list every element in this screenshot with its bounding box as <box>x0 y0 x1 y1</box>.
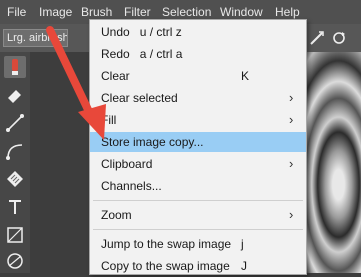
menu-filter[interactable]: Filter <box>124 5 151 19</box>
text-icon[interactable] <box>4 196 26 218</box>
menu-brush[interactable]: Brush <box>81 5 112 19</box>
menu-item-label: Redo a / ctrl a <box>101 47 183 61</box>
menu-selection[interactable]: Selection <box>162 5 211 19</box>
menu-item-label: Clear selected <box>101 91 178 105</box>
brush-direction-icon[interactable] <box>308 29 326 47</box>
menu-separator <box>93 200 303 201</box>
menu-item-copy-swap[interactable]: Copy to the swap image J <box>90 256 306 276</box>
menu-item-fill[interactable]: Fill › <box>90 110 306 130</box>
menu-item-label: Undo u / ctrl z <box>101 25 182 39</box>
tools-panel <box>0 52 30 273</box>
shortcut-label: J <box>241 259 247 273</box>
menu-item-label: Store image copy... <box>101 135 204 149</box>
menu-item-zoom[interactable]: Zoom › <box>90 205 306 225</box>
menu-item-label: Jump to the swap image <box>101 237 232 251</box>
shortcut-label: j <box>241 237 244 251</box>
brush-preset-select[interactable]: Lrg. airbrush <box>3 29 68 47</box>
shortcut-label: K <box>241 69 250 83</box>
chevron-right-icon: › <box>289 112 294 127</box>
menu-item-redo[interactable]: Redo a / ctrl a <box>90 44 306 64</box>
menu-item-label: Clipboard <box>101 157 153 171</box>
eraser-icon[interactable] <box>4 84 26 106</box>
chevron-right-icon: › <box>289 156 294 171</box>
menu-image[interactable]: Image <box>39 5 72 19</box>
ellipse-icon[interactable] <box>4 250 26 272</box>
reset-icon[interactable] <box>330 29 348 47</box>
menu-item-store-image-copy[interactable]: Store image copy... <box>90 132 306 152</box>
menu-item-undo[interactable]: Undo u / ctrl z <box>90 22 306 42</box>
menu-item-label: Zoom <box>101 208 132 222</box>
menu-item-label: Channels... <box>101 179 162 193</box>
menu-item-label: Copy to the swap image <box>101 259 230 273</box>
menu-window[interactable]: Window <box>220 5 263 19</box>
image-menu-dropdown: Undo u / ctrl z Redo a / ctrl a Clear K … <box>89 19 307 275</box>
chevron-right-icon: › <box>289 207 294 222</box>
menu-item-channels[interactable]: Channels... <box>90 176 306 196</box>
airbrush-icon[interactable] <box>4 56 26 78</box>
menu-file[interactable]: File <box>7 5 26 19</box>
menu-separator <box>93 229 303 230</box>
fill-pattern-icon[interactable] <box>4 168 26 190</box>
line-icon[interactable] <box>4 112 26 134</box>
menu-item-clear[interactable]: Clear K <box>90 66 306 86</box>
chevron-right-icon: › <box>289 90 294 105</box>
menu-item-jump-swap[interactable]: Jump to the swap image j <box>90 234 306 254</box>
menu-help[interactable]: Help <box>275 5 300 19</box>
rectangle-icon[interactable] <box>4 224 26 246</box>
menu-item-label: Clear <box>101 69 130 83</box>
curve-icon[interactable] <box>4 140 26 162</box>
menu-item-clipboard[interactable]: Clipboard › <box>90 154 306 174</box>
menu-item-label: Fill <box>101 113 117 127</box>
menu-item-clear-selected[interactable]: Clear selected › <box>90 88 306 108</box>
